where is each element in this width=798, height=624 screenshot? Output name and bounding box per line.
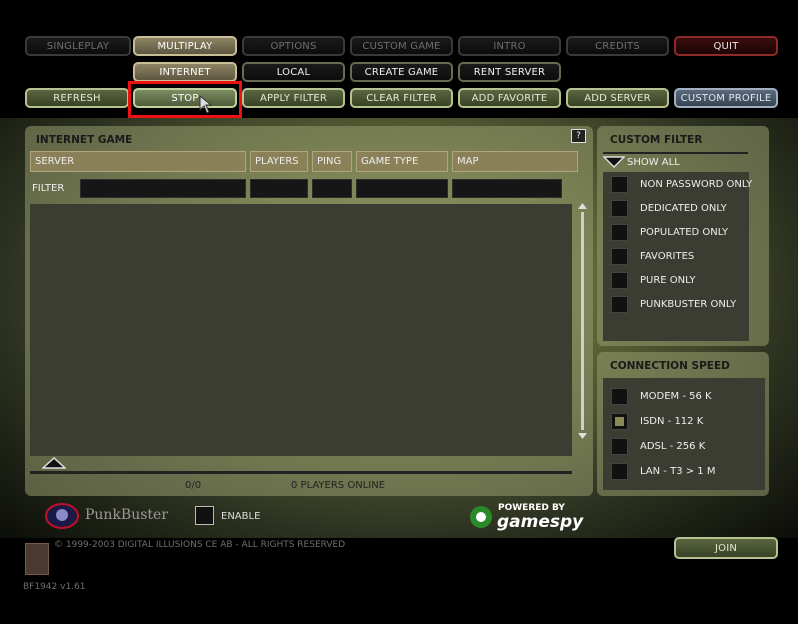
- connection-speed-label: LAN - T3 > 1 M: [640, 466, 716, 477]
- tab-internet[interactable]: INTERNET: [133, 62, 237, 82]
- filter-server-input[interactable]: [80, 179, 246, 198]
- gamespy-label: gamespy: [497, 512, 584, 532]
- filter-game-type-input[interactable]: [356, 179, 448, 198]
- nav-custom-game[interactable]: CUSTOM GAME: [350, 36, 453, 56]
- add-server-button[interactable]: ADD SERVER: [566, 88, 669, 108]
- apply-filter-button[interactable]: APPLY FILTER: [242, 88, 345, 108]
- join-button[interactable]: JOIN: [674, 537, 778, 559]
- custom-filter-divider: [603, 152, 748, 154]
- custom-filter-checkbox[interactable]: [611, 176, 628, 193]
- filter-map-input[interactable]: [452, 179, 562, 198]
- scroll-track: [581, 212, 584, 430]
- check-mark-icon: [615, 417, 624, 426]
- custom-profile-button[interactable]: CUSTOM PROFILE: [674, 88, 778, 108]
- connection-speed-checkbox[interactable]: [611, 388, 628, 405]
- copyright-text: © 1999-2003 DIGITAL ILLUSIONS CE AB - AL…: [54, 540, 346, 550]
- custom-filter-option[interactable]: NON PASSWORD ONLY: [611, 176, 752, 193]
- server-count: 0/0: [185, 480, 202, 491]
- scroll-up-icon: [578, 203, 587, 209]
- column-map[interactable]: MAP: [452, 151, 578, 172]
- create-game-button[interactable]: CREATE GAME: [350, 62, 453, 82]
- nav-multiplay[interactable]: MULTIPLAY: [133, 36, 237, 56]
- refresh-button[interactable]: REFRESH: [25, 88, 129, 108]
- help-button[interactable]: ?: [571, 129, 586, 143]
- connection-speed-title: CONNECTION SPEED: [610, 360, 730, 372]
- custom-filter-checkbox[interactable]: [611, 296, 628, 313]
- connection-speed-checkbox[interactable]: [611, 463, 628, 480]
- enable-punkbuster-checkbox[interactable]: [195, 506, 214, 525]
- connection-speed-checkbox[interactable]: [611, 438, 628, 455]
- column-players[interactable]: PLAYERS: [250, 151, 308, 172]
- custom-filter-option[interactable]: POPULATED ONLY: [611, 224, 728, 241]
- custom-filter-label: DEDICATED ONLY: [640, 203, 727, 214]
- players-online: 0 PLAYERS ONLINE: [291, 480, 386, 491]
- custom-filter-title: CUSTOM FILTER: [610, 134, 703, 146]
- enable-label: ENABLE: [221, 511, 261, 522]
- divider: [30, 471, 572, 474]
- custom-filter-option[interactable]: FAVORITES: [611, 248, 694, 265]
- filter-label: FILTER: [32, 183, 65, 194]
- connection-speed-label: MODEM - 56 K: [640, 391, 712, 402]
- show-all-dropdown-icon[interactable]: [603, 156, 625, 168]
- connection-speed-option[interactable]: ISDN - 112 K: [611, 413, 703, 430]
- show-all-label[interactable]: SHOW ALL: [627, 157, 680, 168]
- scrollbar[interactable]: [577, 201, 588, 441]
- nav-credits[interactable]: CREDITS: [566, 36, 669, 56]
- custom-filter-label: FAVORITES: [640, 251, 695, 262]
- custom-filter-label: PUNKBUSTER ONLY: [640, 299, 737, 310]
- custom-filter-checkbox[interactable]: [611, 224, 628, 241]
- custom-filter-option[interactable]: PUNKBUSTER ONLY: [611, 296, 736, 313]
- connection-speed-option[interactable]: LAN - T3 > 1 M: [611, 463, 715, 480]
- connection-speed-label: ISDN - 112 K: [640, 416, 704, 427]
- custom-filter-checkbox[interactable]: [611, 200, 628, 217]
- punkbuster-logo-icon: [45, 503, 79, 529]
- nav-intro[interactable]: INTRO: [458, 36, 561, 56]
- column-server[interactable]: SERVER: [30, 151, 246, 172]
- dice-logo-icon: [25, 543, 49, 575]
- custom-filter-label: NON PASSWORD ONLY: [640, 179, 753, 190]
- custom-filter-option[interactable]: DEDICATED ONLY: [611, 200, 727, 217]
- highlight-box: [128, 81, 242, 118]
- expand-up-icon[interactable]: [42, 457, 66, 469]
- connection-speed-option[interactable]: MODEM - 56 K: [611, 388, 712, 405]
- nav-singleplay[interactable]: SINGLEPLAY: [25, 36, 131, 56]
- rent-server-button[interactable]: RENT SERVER: [458, 62, 561, 82]
- quit-button[interactable]: QUIT: [674, 36, 778, 56]
- browser-title: INTERNET GAME: [36, 134, 133, 146]
- connection-speed-checkbox[interactable]: [611, 413, 628, 430]
- filter-players-input[interactable]: [250, 179, 308, 198]
- cursor-icon: [199, 95, 213, 114]
- custom-filter-label: POPULATED ONLY: [640, 227, 729, 238]
- custom-filter-checkbox[interactable]: [611, 272, 628, 289]
- version-text: BF1942 v1.61: [23, 582, 86, 592]
- connection-speed-option[interactable]: ADSL - 256 K: [611, 438, 705, 455]
- column-ping[interactable]: PING: [312, 151, 352, 172]
- server-list[interactable]: [30, 204, 572, 456]
- custom-filter-option[interactable]: PURE ONLY: [611, 272, 696, 289]
- scroll-down-icon: [578, 433, 587, 439]
- nav-options[interactable]: OPTIONS: [242, 36, 345, 56]
- custom-filter-label: PURE ONLY: [640, 275, 696, 286]
- custom-filter-checkbox[interactable]: [611, 248, 628, 265]
- add-favorite-button[interactable]: ADD FAVORITE: [458, 88, 561, 108]
- tab-local[interactable]: LOCAL: [242, 62, 345, 82]
- filter-ping-input[interactable]: [312, 179, 352, 198]
- connection-speed-label: ADSL - 256 K: [640, 441, 706, 452]
- clear-filter-button[interactable]: CLEAR FILTER: [350, 88, 453, 108]
- gamespy-logo-icon: [470, 506, 492, 528]
- column-game-type[interactable]: GAME TYPE: [356, 151, 448, 172]
- punkbuster-label: PunkBuster: [85, 507, 169, 523]
